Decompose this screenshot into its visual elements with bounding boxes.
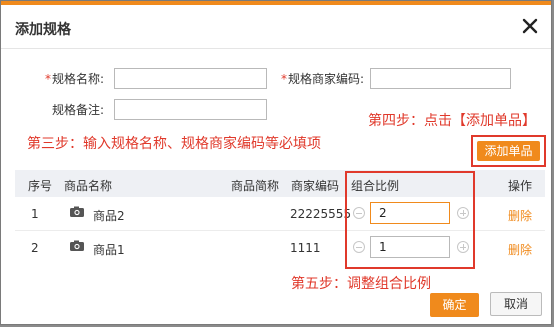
step5-highlight [345, 171, 475, 269]
camera-icon [69, 204, 85, 220]
step4-annotation: 第四步：点击【添加单品】 [368, 113, 536, 129]
col-action: 操作 [508, 179, 533, 193]
step5-annotation: 第五步：调整组合比例 [291, 276, 431, 292]
spec-code-input[interactable] [370, 68, 511, 89]
spec-name-input[interactable] [114, 68, 267, 89]
delete-link[interactable]: 删除 [508, 207, 532, 224]
col-index: 序号 [28, 179, 53, 193]
add-spec-dialog: 添加规格 *规格名称: *规格商家编码: 规格备注: 第四步：点击【添加单品】 … [0, 0, 552, 325]
spec-name-label: *规格名称: [45, 72, 105, 86]
step3-annotation: 第三步：输入规格名称、规格商家编码等必填项 [27, 136, 321, 152]
ok-button[interactable]: 确定 [430, 293, 479, 317]
col-code: 商家编码 [291, 179, 340, 193]
add-item-button[interactable]: 添加单品 [477, 141, 540, 161]
row-index: 1 [31, 207, 39, 221]
dialog-titlebar: 添加规格 [1, 5, 551, 49]
col-short-name: 商品简称 [231, 179, 280, 193]
camera-icon [69, 238, 85, 254]
spec-note-label: 规格备注: [52, 103, 105, 117]
delete-link[interactable]: 删除 [508, 241, 532, 258]
row-product-name: 商品1 [93, 243, 125, 257]
spec-code-label: *规格商家编码: [281, 72, 365, 86]
row-code: 22225555 [290, 207, 352, 221]
close-icon[interactable] [519, 15, 541, 37]
dialog-title: 添加规格 [15, 22, 71, 38]
row-index: 2 [31, 241, 39, 255]
row-code: 1111 [290, 241, 321, 255]
cancel-button[interactable]: 取消 [490, 292, 542, 316]
row-product-name: 商品2 [93, 209, 125, 223]
col-name: 商品名称 [64, 179, 113, 193]
spec-note-input[interactable] [114, 99, 267, 120]
